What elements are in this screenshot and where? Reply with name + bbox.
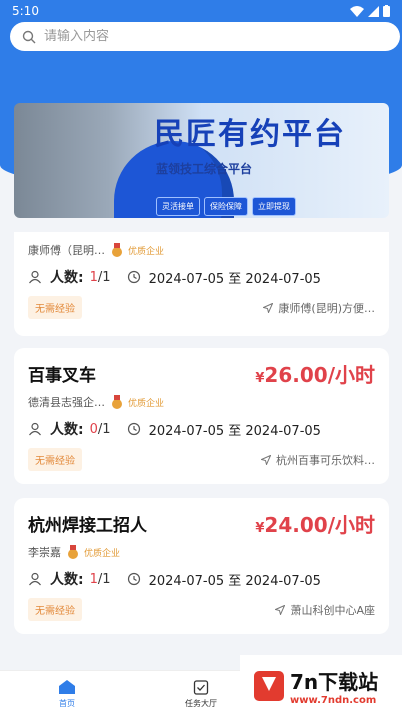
clock-icon (127, 422, 140, 436)
status-time: 5:10 (12, 4, 39, 18)
watermark-main: 7n下载站 (290, 669, 379, 694)
job-header: 百事叉车 ¥26.00/小时 (28, 348, 375, 392)
experience-tag: 无需经验 (28, 598, 82, 621)
quality-badge: 优质企业 (128, 398, 165, 409)
quality-badge: 优质企业 (84, 548, 121, 559)
count-label: 人数: (50, 270, 84, 286)
company-name: 康师傅（昆明… (28, 244, 105, 257)
info-row: 人数: 1 / 1 2024-07-05 至 2024-07-05 (28, 264, 375, 290)
battery-icon (383, 5, 390, 17)
person-icon (29, 270, 41, 284)
count-label: 人数: (50, 422, 84, 438)
hired-count: 1 (89, 571, 98, 587)
status-bar: 5:10 (0, 0, 402, 22)
clipboard-check-icon (193, 679, 209, 695)
person-icon (29, 572, 41, 586)
clock-icon (127, 572, 140, 586)
search-bar[interactable] (10, 22, 400, 51)
location: 杭州百事可乐饮料… (261, 452, 375, 468)
signal-icon (368, 5, 379, 17)
location-arrow-icon (275, 604, 286, 615)
promo-banner[interactable]: 民匠有约平台 蓝领技工综合平台 灵活接单 保险保障 立即提现 (14, 103, 389, 218)
hired-count: 1 (89, 269, 98, 285)
date-range: 2024-07-05 至 2024-07-05 (127, 570, 321, 589)
location-arrow-icon (261, 454, 271, 465)
date-range: 2024-07-05 至 2024-07-05 (127, 420, 321, 439)
company-row: 康师傅（昆明… 优质企业 (28, 240, 375, 260)
home-icon (59, 679, 75, 694)
total-count: 1 (102, 571, 111, 587)
experience-tag: 无需经验 (28, 448, 82, 471)
search-input[interactable] (44, 29, 344, 44)
job-card[interactable]: 杭州焊接工招人 ¥24.00/小时 李崇嘉 优质企业 人数: 1 / 1 202… (14, 498, 389, 634)
company-name: 德清县志强企… (28, 396, 105, 409)
tab-tasks-label: 任务大厅 (185, 698, 217, 708)
banner-tag: 灵活接单 (156, 197, 200, 216)
company-row: 德清县志强企… 优质企业 (28, 392, 375, 412)
job-card[interactable]: 百事叉车 ¥26.00/小时 德清县志强企… 优质企业 人数: 0 / 1 20… (14, 348, 389, 484)
job-title: 杭州焊接工招人 (28, 515, 147, 536)
status-icons (350, 5, 390, 17)
clock-icon (127, 270, 140, 284)
medal-icon (111, 243, 122, 257)
job-title: 百事叉车 (28, 365, 96, 386)
location: 康师傅(昆明)方便… (263, 300, 375, 316)
watermark: 7n下载站 www.7ndn.com (240, 655, 402, 716)
count-label: 人数: (50, 572, 84, 588)
date-range-text: 2024-07-05 至 2024-07-05 (148, 423, 321, 439)
date-range-text: 2024-07-05 至 2024-07-05 (148, 271, 321, 287)
tab-home-label: 首页 (59, 698, 75, 708)
location-arrow-icon (263, 302, 274, 313)
job-card[interactable]: 康师傅（昆明… 优质企业 人数: 1 / 1 2024-07-05 至 2024… (14, 232, 389, 336)
banner-tag: 立即提现 (252, 197, 296, 216)
search-icon (22, 30, 36, 43)
tab-home[interactable]: 首页 (0, 671, 134, 716)
watermark-sub: www.7ndn.com (290, 694, 377, 706)
date-range-text: 2024-07-05 至 2024-07-05 (148, 573, 321, 589)
company-row: 李崇嘉 优质企业 (28, 542, 375, 562)
banner-title: 民匠有约平台 (154, 117, 346, 152)
job-price: ¥26.00/小时 (255, 362, 375, 387)
location: 萧山科创中心A座 (275, 602, 375, 618)
location-text: 杭州百事可乐饮料… (276, 453, 375, 467)
info-row: 人数: 0 / 1 2024-07-05 至 2024-07-05 (28, 416, 375, 442)
banner-subtitle: 蓝领技工综合平台 (156, 162, 253, 176)
total-count: 1 (102, 269, 111, 285)
quality-badge: 优质企业 (128, 246, 165, 257)
card-footer: 无需经验 康师傅(昆明)方便… (28, 296, 375, 319)
experience-tag: 无需经验 (28, 296, 82, 319)
job-price: ¥24.00/小时 (255, 512, 375, 537)
hired-count: 0 (89, 421, 98, 437)
info-row: 人数: 1 / 1 2024-07-05 至 2024-07-05 (28, 566, 375, 592)
card-footer: 无需经验 杭州百事可乐饮料… (28, 448, 375, 471)
total-count: 1 (102, 421, 111, 437)
person-icon (29, 422, 41, 436)
banner-tag: 保险保障 (204, 197, 248, 216)
wifi-icon (350, 5, 364, 17)
job-header: 杭州焊接工招人 ¥24.00/小时 (28, 498, 375, 542)
company-name: 李崇嘉 (28, 546, 61, 559)
location-text: 康师傅(昆明)方便… (278, 301, 375, 315)
card-footer: 无需经验 萧山科创中心A座 (28, 598, 375, 621)
banner-tags: 灵活接单 保险保障 立即提现 (156, 197, 296, 216)
location-text: 萧山科创中心A座 (290, 603, 375, 617)
medal-icon (67, 545, 78, 559)
date-range: 2024-07-05 至 2024-07-05 (127, 268, 321, 287)
medal-icon (111, 395, 122, 409)
download-icon (254, 670, 284, 701)
